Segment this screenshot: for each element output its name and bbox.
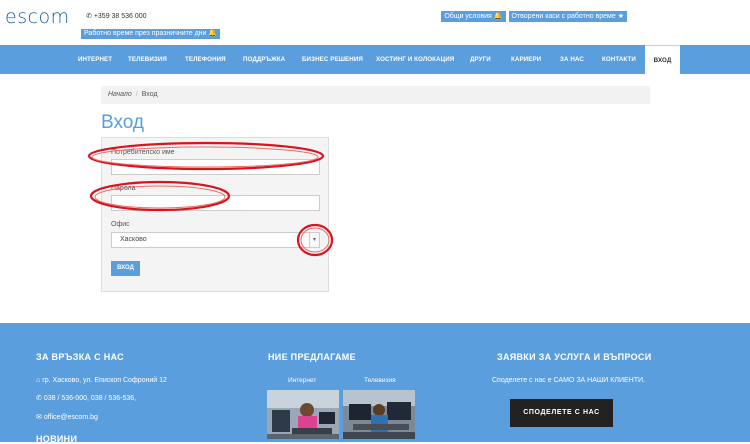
email-link[interactable]: office@escom.bg [44,414,98,421]
requests-heading: ЗАЯВКИ ЗА УСЛУГА И ВЪПРОСИ [497,352,652,362]
contact-email: ✉ office@escom.bg [36,413,98,421]
home-icon: ⌂ [36,377,41,384]
offer-caption-television: Телевизия [364,377,396,384]
share-with-us-button[interactable]: СПОДЕЛЕТЕ С НАС [510,399,613,427]
news-heading: НОВИНИ [36,434,78,444]
contact-heading: ЗА ВРЪЗКА С НАС [36,352,124,362]
offer-photo-internet[interactable] [267,390,339,439]
annotation-password-inner [94,185,226,209]
phone-icon: ✆ [36,395,42,402]
television-photo-image [343,390,415,439]
annotation-office-arrow-inner [300,227,330,253]
offer-caption-internet: Интернет [288,377,317,384]
internet-photo-image [267,390,339,439]
offer-photo-television[interactable] [343,390,415,439]
annotation-username-inner [91,146,319,168]
footer: ЗА ВРЪЗКА С НАС ⌂ гр. Хасково, ул. Еписк… [0,323,750,444]
phones-text[interactable]: 038 / 536-000, 038 / 536-536, [44,395,136,402]
envelope-icon: ✉ [36,414,42,421]
requests-text: Споделете с нас е САМО ЗА НАШИ КЛИЕНТИ. [492,377,645,384]
contact-address: ⌂ гр. Хасково, ул. Епископ Софроний 12 [36,377,167,384]
annotation-office-arrow [296,223,334,257]
contact-phones: ✆ 038 / 536-000, 038 / 536-536, [36,394,136,402]
address-text: гр. Хасково, ул. Епископ Софроний 12 [42,377,167,384]
offers-heading: НИЕ ПРЕДЛАГАМЕ [268,352,356,362]
